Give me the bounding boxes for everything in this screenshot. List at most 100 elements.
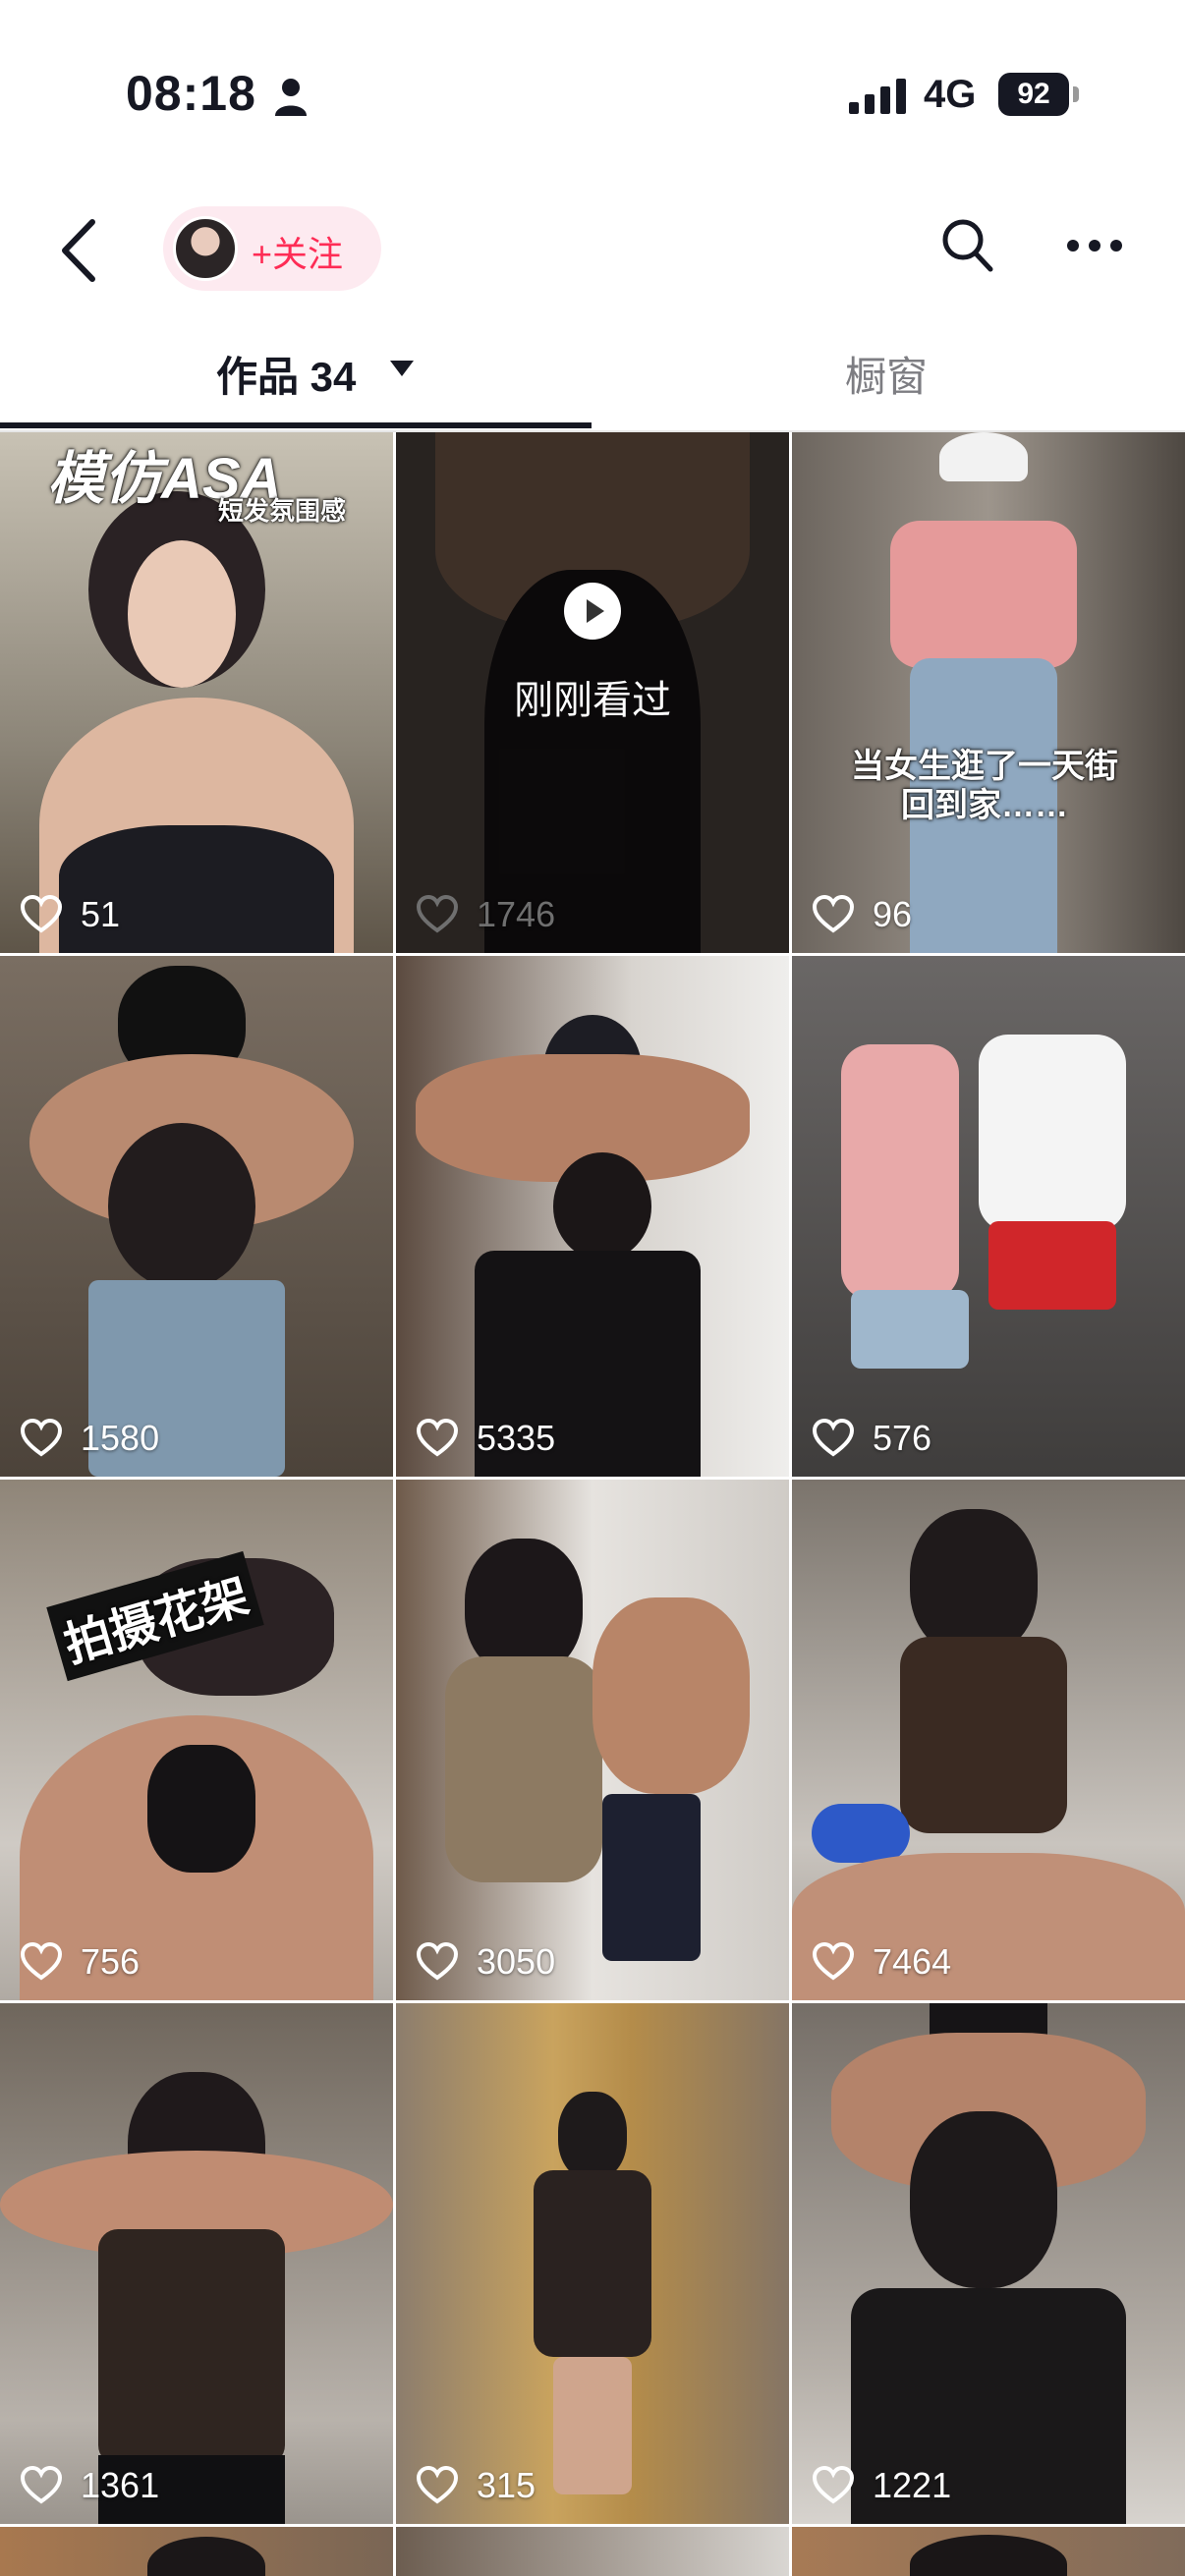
video-tile[interactable]: 5335 [396, 956, 789, 1477]
follow-button[interactable]: +关注 [163, 206, 381, 291]
video-tile[interactable]: 拍摄花架 756 [0, 1480, 393, 2000]
caret-down-icon[interactable] [389, 360, 415, 377]
more-icon[interactable] [1065, 238, 1124, 253]
thumbnail-figure [851, 1290, 969, 1369]
follow-label: +关注 [252, 234, 344, 274]
like-count: 1580 [20, 1418, 159, 1459]
video-caption: 短发氛围感 [218, 496, 347, 526]
heart-icon [812, 1419, 855, 1457]
like-count: 3050 [416, 1941, 555, 1983]
like-count: 96 [812, 894, 912, 935]
like-count: 315 [416, 2465, 536, 2506]
avatar [173, 216, 238, 281]
video-tile[interactable]: 当女生逛了一天街 回到家…… 96 [792, 432, 1185, 953]
heart-icon [812, 895, 855, 933]
thumbnail-figure [558, 2092, 627, 2180]
thumbnail-figure [812, 1804, 910, 1863]
heart-icon [416, 2466, 459, 2504]
tab-window-label: 橱窗 [845, 354, 929, 400]
tab-window[interactable]: 橱窗 [592, 324, 1185, 432]
like-count-value: 1746 [477, 894, 556, 934]
heart-icon [20, 2466, 63, 2504]
thumbnail-figure [910, 1509, 1038, 1656]
like-count-value: 51 [81, 894, 121, 934]
search-icon[interactable] [939, 216, 994, 275]
video-tile[interactable]: 1361 [0, 2003, 393, 2524]
like-count: 1746 [416, 894, 555, 935]
like-count-value: 1580 [81, 1418, 160, 1458]
battery-icon: 92 [998, 73, 1079, 116]
like-count-value: 576 [873, 1418, 932, 1458]
thumbnail-figure [841, 1044, 959, 1300]
like-count-value: 756 [81, 1941, 141, 1982]
like-count: 51 [20, 894, 120, 935]
thumbnail-figure [988, 1221, 1116, 1310]
heart-icon [416, 1419, 459, 1457]
video-tile[interactable]: 刚刚看过 1746 [396, 432, 789, 953]
battery-tip [1073, 86, 1079, 102]
profile-header: +关注 [0, 187, 1185, 314]
video-tile[interactable]: 模仿ASA 短发氛围感 51 [0, 432, 393, 953]
heart-icon [20, 1942, 63, 1981]
status-time: 08:18 [126, 66, 256, 121]
video-tile[interactable]: 7464 [792, 1480, 1185, 2000]
tab-works-label: 作品 34 [216, 354, 357, 400]
thumbnail-figure [534, 2170, 651, 2357]
network-type: 4G [924, 73, 977, 116]
like-count-value: 96 [873, 894, 913, 934]
thumbnail-figure [910, 2535, 1067, 2576]
heart-icon [20, 1419, 63, 1457]
like-count: 576 [812, 1418, 931, 1459]
like-count-value: 5335 [477, 1418, 556, 1458]
heart-icon [20, 895, 63, 933]
heart-icon [812, 1942, 855, 1981]
like-count: 7464 [812, 1941, 951, 1983]
profile-tabs: 作品 34 橱窗 [0, 324, 1185, 432]
thumbnail-figure [445, 1656, 602, 1882]
video-tile[interactable] [0, 2527, 393, 2576]
heart-icon [416, 1942, 459, 1981]
recently-watched-label: 刚刚看过 [514, 679, 671, 722]
like-count: 1221 [812, 2465, 951, 2506]
play-icon [564, 583, 621, 640]
thumbnail-figure [890, 521, 1077, 668]
like-count: 5335 [416, 1418, 555, 1459]
video-tile[interactable]: 1221 [792, 2003, 1185, 2524]
thumbnail-figure [147, 2537, 265, 2576]
heart-icon [416, 895, 459, 933]
thumbnail-figure [465, 1539, 583, 1676]
thumbnail-figure [147, 1745, 255, 1873]
video-grid: 模仿ASA 短发氛围感 51 刚刚看过 1746 当女生逛了一天街 回到家…… … [0, 432, 1185, 2576]
thumbnail-figure [592, 1597, 750, 1794]
video-tile[interactable] [792, 2527, 1185, 2576]
like-count-value: 315 [477, 2465, 536, 2505]
thumbnail-figure [979, 1035, 1126, 1231]
thumbnail-figure [939, 432, 1028, 481]
video-caption: 当女生逛了一天街 回到家…… [851, 748, 1118, 824]
video-tile[interactable]: 3050 [396, 1480, 789, 2000]
thumbnail-figure [98, 2229, 285, 2465]
thumbnail-figure [108, 1123, 255, 1290]
like-count-value: 3050 [477, 1941, 556, 1982]
like-count-value: 7464 [873, 1941, 952, 1982]
thumbnail-figure [553, 1152, 651, 1260]
like-count-value: 1221 [873, 2465, 952, 2505]
thumbnail-figure [128, 540, 236, 688]
video-tile[interactable]: 576 [792, 956, 1185, 1477]
tab-active-indicator [0, 422, 592, 428]
video-tile[interactable] [396, 2527, 789, 2576]
tab-works[interactable]: 作品 34 [0, 324, 592, 432]
thumbnail-figure [910, 2111, 1057, 2288]
person-icon [275, 79, 307, 116]
heart-icon [812, 2466, 855, 2504]
like-count-value: 1361 [81, 2465, 160, 2505]
thumbnail-figure [900, 1637, 1067, 1833]
back-icon[interactable] [55, 216, 104, 285]
video-tile[interactable]: 315 [396, 2003, 789, 2524]
thumbnail-figure [553, 2357, 632, 2494]
battery-level: 92 [998, 73, 1069, 116]
like-count: 1361 [20, 2465, 159, 2506]
thumbnail-figure [602, 1794, 701, 1961]
video-tile[interactable]: 1580 [0, 956, 393, 1477]
like-count: 756 [20, 1941, 140, 1983]
